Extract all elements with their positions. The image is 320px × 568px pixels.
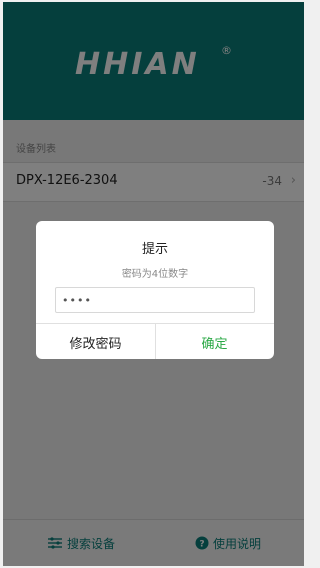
dialog-title: 提示 [141, 242, 168, 257]
dialog-buttons: 修改密码 确定 [36, 323, 274, 359]
confirm-button[interactable]: 确定 [155, 324, 274, 359]
app-screen: HHIAN ® 设备列表 DPX-12E6-2304 -34 › 搜索设备 ? [3, 2, 304, 566]
password-dialog: 提示 密码为4位数字 修改密码 确定 [36, 221, 274, 359]
dialog-subtitle: 密码为4位数字 [121, 269, 189, 280]
password-input[interactable] [55, 287, 255, 313]
change-password-button[interactable]: 修改密码 [36, 324, 156, 359]
